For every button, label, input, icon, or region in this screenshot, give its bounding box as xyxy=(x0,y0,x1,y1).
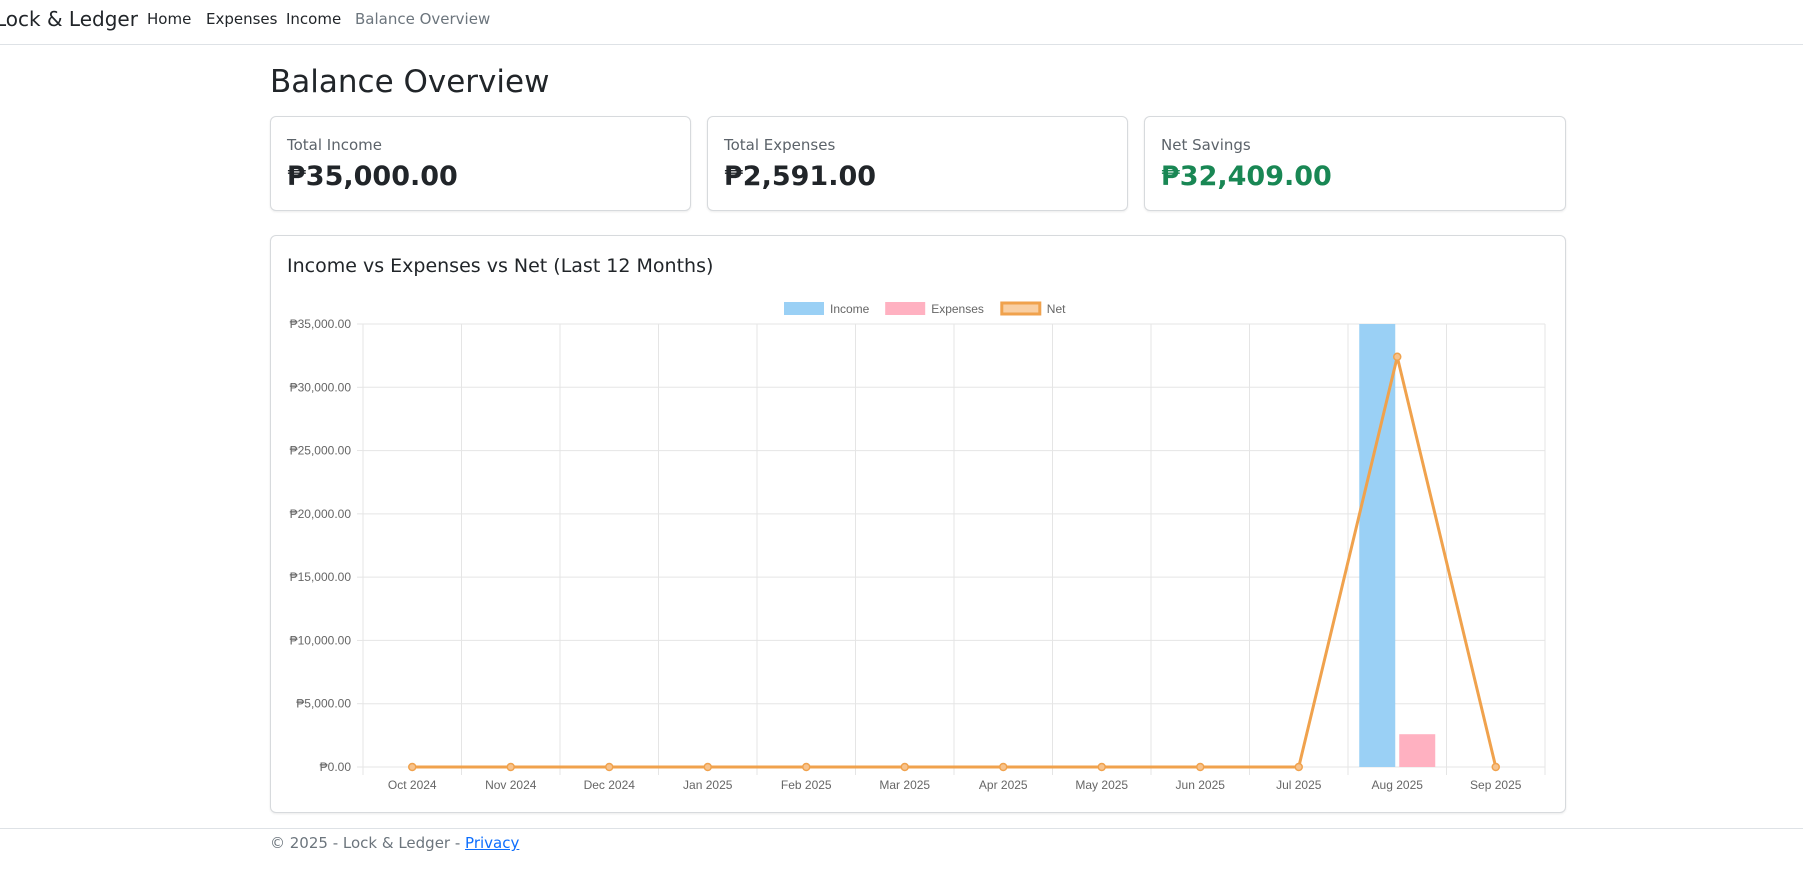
y-tick-label: ₱10,000.00 xyxy=(290,633,352,647)
footer: © 2025 - Lock & Ledger - Privacy xyxy=(270,834,519,852)
x-tick-label: Jun 2025 xyxy=(1176,778,1226,792)
x-tick-label: Oct 2024 xyxy=(388,778,437,792)
net-point xyxy=(999,762,1008,772)
net-point xyxy=(605,762,614,772)
x-tick-label: Jan 2025 xyxy=(683,778,733,792)
y-tick-label: ₱30,000.00 xyxy=(290,380,352,394)
y-tick-label: ₱20,000.00 xyxy=(290,507,352,521)
legend-swatch-expenses xyxy=(885,302,926,315)
net-point xyxy=(408,762,417,772)
chart-svg: ₱0.00 ₱5,000.00 ₱10,000.00 ₱15,000.00 ₱20,00… xyxy=(290,301,1546,792)
bar-expenses xyxy=(1399,734,1436,767)
net-point xyxy=(802,762,811,772)
x-tick-label: Jul 2025 xyxy=(1276,778,1322,792)
net-point xyxy=(506,762,515,772)
net-point xyxy=(703,762,712,772)
legend-label-expenses: Expenses xyxy=(931,302,984,316)
privacy-link[interactable]: Privacy xyxy=(465,834,519,852)
x-tick-label: Apr 2025 xyxy=(979,778,1028,792)
net-point xyxy=(900,762,909,772)
axis-layer: ₱0.00 ₱5,000.00 ₱10,000.00 ₱15,000.00 ₱20,00… xyxy=(290,317,1522,792)
net-point xyxy=(1294,762,1303,772)
y-tick-label: ₱5,000.00 xyxy=(296,697,351,711)
x-tick-label: Nov 2024 xyxy=(485,778,537,792)
y-tick-label: ₱25,000.00 xyxy=(290,444,352,458)
legend-label-income: Income xyxy=(830,302,870,316)
x-tick-label: May 2025 xyxy=(1075,778,1128,792)
x-tick-label: Dec 2024 xyxy=(584,778,636,792)
x-tick-label: Feb 2025 xyxy=(781,778,832,792)
x-tick-label: Sep 2025 xyxy=(1470,778,1522,792)
y-tick-label: ₱35,000.00 xyxy=(290,317,352,331)
legend-swatch-net xyxy=(1000,301,1042,316)
net-point xyxy=(1393,352,1402,362)
net-point xyxy=(1196,762,1205,772)
net-point xyxy=(1097,762,1106,772)
y-tick-label: ₱0.00 xyxy=(320,760,352,774)
legend-layer: Income Expenses Net xyxy=(784,301,1066,316)
footer-text: © 2025 - Lock & Ledger - xyxy=(270,834,466,852)
legend-swatch-income xyxy=(784,302,824,315)
legend-label-net: Net xyxy=(1047,302,1066,316)
footer-divider xyxy=(0,828,1803,829)
bar-layer xyxy=(1359,324,1436,767)
net-point xyxy=(1491,762,1500,772)
x-tick-label: Mar 2025 xyxy=(879,778,930,792)
y-tick-label: ₱15,000.00 xyxy=(290,570,352,584)
x-tick-label: Aug 2025 xyxy=(1372,778,1424,792)
